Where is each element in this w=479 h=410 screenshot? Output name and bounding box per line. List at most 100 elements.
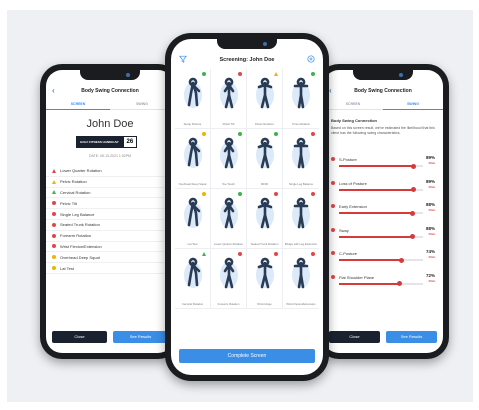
status-dot-icon	[331, 157, 335, 161]
test-tile[interactable]: Wrist Hinge	[247, 249, 283, 309]
status-dot-icon	[52, 222, 56, 227]
see-results-button[interactable]: See Results	[113, 331, 168, 343]
risk-label: Risk	[428, 231, 435, 236]
result-row[interactable]: C-Posture 74% Risk	[331, 246, 437, 270]
close-button[interactable]: Close	[52, 331, 107, 343]
status-dot-icon	[331, 204, 335, 208]
result-row[interactable]: Loss of Posture 89% Risk	[331, 176, 437, 200]
test-tile[interactable]: 90/90	[247, 129, 283, 189]
score-label: GOLF FITNESS HANDICAP	[76, 136, 123, 148]
test-caption: Wrist Hinge	[257, 301, 272, 306]
notch	[80, 70, 140, 80]
result-bar-knob	[410, 210, 416, 216]
section-title: Body Swing Connection	[331, 118, 377, 123]
risk-label: Risk	[428, 161, 435, 165]
result-row[interactable]: Flat Shoulder Plane 72% Risk	[331, 270, 437, 294]
status-dot-icon	[331, 251, 335, 255]
list-item[interactable]: Wrist Flexion/Extension	[46, 242, 174, 253]
status-dot-icon	[238, 132, 242, 136]
risk-label: Risk	[428, 184, 435, 189]
result-percent: 72%	[425, 272, 435, 278]
test-tile[interactable]: Lower Quarter Rotation	[211, 189, 247, 249]
left-header: ‹ Body Swing Connection	[46, 84, 174, 98]
status-dot-icon	[202, 192, 206, 196]
section-description: Based on this screen result, we've estim…	[331, 126, 435, 135]
list-item-label: Seated Trunk Rotation	[60, 222, 100, 228]
status-dot-icon	[274, 132, 278, 136]
result-bar-knob	[411, 187, 417, 192]
list-item[interactable]: Lat Test	[46, 263, 174, 274]
result-bar-fill	[339, 165, 414, 167]
result-bar-track	[339, 257, 423, 263]
exercise-figure-icon	[255, 77, 274, 109]
result-bar-fill	[339, 235, 413, 238]
tab-swing[interactable]: SWING	[383, 100, 443, 110]
result-label: Loss of Posture	[339, 180, 367, 186]
list-item[interactable]: Single Leg Balance	[46, 209, 174, 220]
test-tile[interactable]: Wrist Flexion/Extension	[283, 249, 319, 309]
list-item[interactable]: Overhead Deep Squat	[46, 252, 174, 264]
test-tile[interactable]: Overhead Deep Squat	[175, 129, 211, 189]
result-label: Early Extension	[339, 204, 367, 209]
warning-triangle-icon	[52, 179, 56, 184]
swing-results: S-Posture 89% Risk Loss of Posture 89% Risk Ea…	[331, 152, 437, 293]
test-tile[interactable]: Seated Trunk Rotation	[247, 189, 283, 249]
status-dot-icon	[52, 201, 56, 206]
test-tile[interactable]: Pelvic Tilt	[211, 69, 247, 129]
tab-screen[interactable]: SCREEN	[323, 100, 383, 110]
tab-screen[interactable]: SCREEN	[46, 100, 110, 110]
result-percent: 74%	[425, 249, 435, 254]
test-tile[interactable]: Lat Test	[175, 189, 211, 249]
test-tile[interactable]: Pelvic Rotation	[247, 69, 283, 129]
test-caption: Bridge with Leg Extension	[284, 241, 318, 246]
exercise-figure-icon	[219, 77, 238, 109]
test-tile[interactable]: Cervical Rotation	[175, 249, 211, 309]
status-dot-icon	[202, 72, 206, 76]
result-percent: 89%	[425, 155, 435, 160]
status-dot-icon	[311, 192, 315, 196]
list-item[interactable]: Cervical Rotation	[46, 188, 174, 199]
exercise-figure-icon	[219, 257, 238, 289]
test-tile[interactable]: Bridge with Leg Extension	[283, 189, 319, 249]
test-caption: Single Leg Balance	[288, 181, 314, 186]
list-item-label: Lower Quarter Rotation	[60, 168, 102, 174]
status-dot-icon	[202, 132, 206, 136]
result-bar-knob	[411, 163, 417, 169]
test-tile[interactable]: Single Leg Balance	[283, 129, 319, 189]
result-bar-track	[339, 281, 423, 286]
right-screen: ‹ Body Swing Connection SCREEN SWING Bod…	[323, 70, 443, 353]
back-icon[interactable]: ‹	[329, 84, 332, 98]
result-row[interactable]: S-Posture 89% Risk	[331, 152, 437, 176]
test-tile[interactable]: Toe Touch	[211, 129, 247, 189]
list-item[interactable]: Seated Trunk Rotation	[46, 220, 174, 231]
list-item-label: Wrist Flexion/Extension	[60, 243, 102, 249]
test-tile[interactable]: Setup Posture	[175, 69, 211, 129]
result-bar-track	[339, 210, 423, 216]
test-caption: Pelvic Rotation	[255, 121, 274, 126]
test-caption: Lower Quarter Rotation	[213, 241, 244, 246]
test-caption: Forearm Rotation	[217, 301, 240, 306]
right-tabs: SCREEN SWING	[323, 100, 443, 110]
center-phone: Screening: John Doe Setup Posture Pelvic …	[165, 33, 329, 381]
test-tile[interactable]: Forearm Rotation	[211, 249, 247, 309]
back-icon[interactable]: ‹	[52, 84, 55, 98]
close-button[interactable]: Close	[329, 331, 380, 343]
complete-screen-button[interactable]: Complete Screen	[179, 349, 315, 363]
list-item[interactable]: Lower Quarter Rotation	[46, 166, 174, 177]
status-dot-icon	[331, 227, 335, 232]
list-item[interactable]: Forearm Rotation	[46, 231, 174, 242]
list-item[interactable]: Pelvic Rotation	[46, 177, 174, 188]
list-item[interactable]: Pelvic Tilt	[46, 198, 174, 210]
test-list: Lower Quarter Rotation Pelvic Rotation Cer…	[46, 166, 174, 274]
add-icon[interactable]	[307, 55, 315, 63]
exercise-figure-icon	[255, 197, 274, 229]
test-tile[interactable]: Torso Rotation	[283, 69, 319, 129]
result-row[interactable]: Sway 88% Risk	[331, 223, 437, 247]
exercise-figure-icon	[183, 77, 202, 108]
see-results-button[interactable]: See Results	[386, 331, 437, 343]
result-percent: 88%	[425, 202, 435, 207]
list-item-label: Pelvic Tilt	[60, 200, 77, 206]
list-item-label: Single Leg Balance	[60, 211, 95, 217]
result-row[interactable]: Early Extension 88% Risk	[331, 199, 437, 223]
notch	[217, 39, 277, 49]
